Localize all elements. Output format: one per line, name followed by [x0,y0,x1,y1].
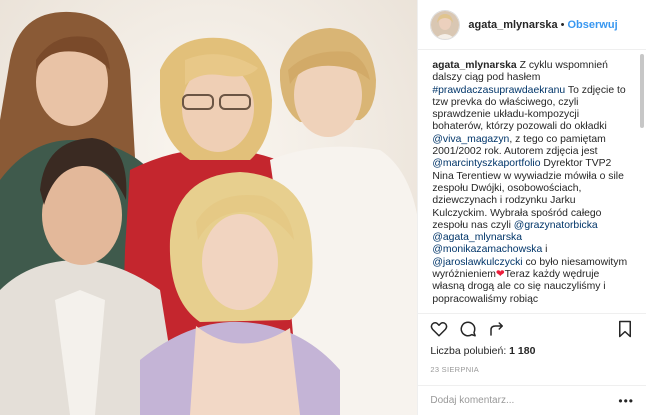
heart-outline-icon[interactable] [430,320,448,338]
more-options-icon[interactable]: ••• [618,394,634,408]
caption-scroll-area[interactable]: agata_mlynarska Z cyklu wspomnień dalszy… [418,50,646,313]
post-header: agata_mlynarska • Obserwuj [418,0,646,50]
avatar[interactable] [430,9,461,40]
avatar-image [431,10,460,39]
mention-link[interactable]: @monikazamachowska [432,244,542,255]
header-text: agata_mlynarska • Obserwuj [468,18,617,32]
share-arrow-icon[interactable] [488,320,506,338]
mention-link[interactable]: @viva_magazyn [432,134,509,145]
bookmark-icon[interactable] [616,320,634,338]
post-photo[interactable] [0,0,418,415]
mention-link[interactable]: @jaroslawkulczycki [432,257,522,268]
hashtag-link[interactable]: #prawdaczasuprawdaekranu [432,85,565,96]
red-heart-emoji: ❤ [495,269,505,281]
mention-link[interactable]: @agata_mlynarska [432,232,522,243]
caption-username[interactable]: agata_mlynarska [432,60,516,71]
mention-link[interactable]: @grazynatorbicka [514,220,598,231]
post-sidebar: agata_mlynarska • Obserwuj agata_mlynarska… [417,0,646,415]
comment-input[interactable]: Dodaj komentarz... [430,395,618,406]
group-portrait-image [0,0,418,415]
instagram-post: agata_mlynarska • Obserwuj agata_mlynarska… [0,0,646,415]
follow-button[interactable]: Obserwuj [568,19,618,31]
header-username[interactable]: agata_mlynarska [468,19,557,31]
post-date[interactable]: 23 SIERPNIA [418,361,646,379]
likes-number: 1 180 [509,345,536,357]
caption-scrollbar[interactable] [640,54,644,128]
action-bar [418,313,646,343]
caption-text: i [542,244,548,256]
comment-bar: Dodaj komentarz... ••• [418,385,646,415]
comment-bubble-icon[interactable] [459,320,477,338]
likes-label: Liczba polubień: [430,345,507,357]
post-caption: agata_mlynarska Z cyklu wspomnień dalszy… [418,50,646,306]
likes-count[interactable]: Liczba polubień: 1 180 [418,343,646,361]
mention-link[interactable]: @marcintyszkaportfolio [432,158,540,169]
header-separator: • [560,18,565,31]
